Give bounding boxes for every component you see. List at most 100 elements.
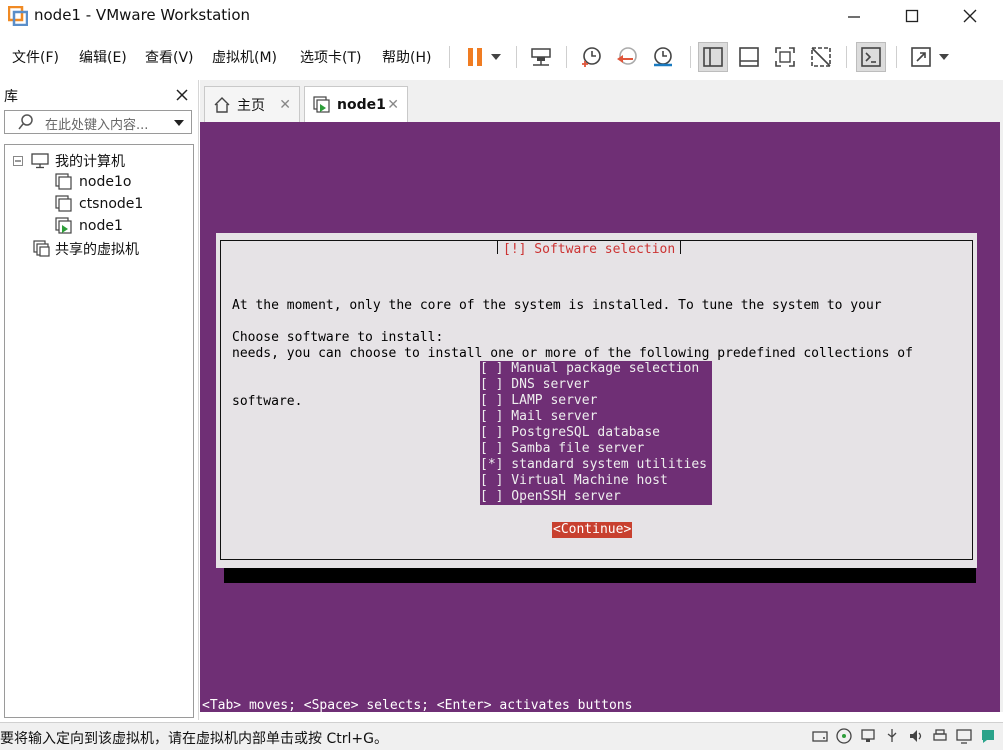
sound-card-icon[interactable] (907, 727, 925, 745)
collapse-icon[interactable] (13, 156, 23, 166)
tree-label: 我的计算机 (55, 154, 125, 170)
usb-icon[interactable] (883, 727, 901, 745)
package-option[interactable]: [ ] OpenSSH server (480, 489, 712, 505)
intro-line: At the moment, only the core of the syst… (232, 298, 882, 313)
display-icon[interactable] (955, 727, 973, 745)
package-list[interactable]: [ ] Manual package selection [ ] DNS ser… (480, 361, 712, 505)
package-option[interactable]: [ ] PostgreSQL database (480, 425, 712, 441)
device-icons (811, 727, 997, 745)
library-search-input[interactable]: 在此处键入内容... (4, 110, 192, 134)
network-adapter-icon[interactable] (859, 727, 877, 745)
search-icon (18, 114, 33, 130)
show-thumbnail-bar-button[interactable] (734, 42, 764, 72)
fullscreen-icon (775, 47, 795, 67)
message-log-icon[interactable] (979, 727, 997, 745)
stretch-icon (911, 47, 931, 67)
toolbar-separator (896, 46, 897, 68)
choose-label: Choose software to install: (232, 330, 444, 345)
library-title: 库 (4, 89, 18, 105)
window-title: node1 - VMware Workstation (34, 6, 251, 24)
minimize-button[interactable] (826, 0, 882, 32)
package-option[interactable]: [ ] Virtual Machine host (480, 473, 712, 489)
toolbar-separator (690, 46, 691, 68)
snapshot-manager-button[interactable] (648, 42, 678, 72)
tab-label: 主页 (237, 97, 265, 114)
chevron-down-icon (939, 54, 949, 60)
bottom-bar-layout-icon (739, 47, 759, 67)
maximize-icon (905, 9, 919, 23)
tab-label: node1 (337, 96, 386, 113)
clock-add-icon (582, 47, 601, 67)
close-button[interactable] (942, 0, 998, 32)
status-bar: 要将输入定向到该虚拟机，请在虚拟机内部单击或按 Ctrl+G。 (0, 722, 1003, 750)
status-text: 要将输入定向到该虚拟机，请在虚拟机内部单击或按 Ctrl+G。 (0, 731, 388, 747)
vm-icon (55, 195, 72, 212)
menu-view[interactable]: 查看(V) (145, 47, 194, 67)
maximize-button[interactable] (884, 0, 940, 32)
clock-manager-icon (654, 47, 672, 67)
shared-vm-icon (33, 240, 50, 257)
package-option[interactable]: [ ] Mail server (480, 409, 712, 425)
power-dropdown-button[interactable] (486, 42, 506, 72)
tree-label: node1o (79, 174, 132, 190)
dialog-title: [!] Software selection (497, 240, 682, 258)
tree-node-vm[interactable]: node1o (55, 173, 131, 191)
vm-running-icon (55, 217, 72, 234)
home-icon (214, 96, 230, 113)
package-option[interactable]: [ ] Manual package selection (480, 361, 712, 377)
chevron-down-icon[interactable] (173, 118, 185, 128)
tab-home[interactable]: 主页 ✕ (204, 86, 300, 122)
vmware-logo-icon (8, 6, 28, 26)
close-icon[interactable] (176, 89, 188, 101)
close-icon (963, 9, 977, 23)
send-ctrl-alt-del-button[interactable] (526, 42, 556, 72)
library-tree: 我的计算机 node1o ctsnode1 node1 共享的虚拟机 (4, 144, 194, 718)
clock-revert-icon (617, 47, 637, 65)
key-hint: <Tab> moves; <Space> selects; <Enter> ac… (202, 698, 633, 713)
package-option[interactable]: [*] standard system utilities (480, 457, 712, 473)
snapshot-take-button[interactable] (576, 42, 606, 72)
hard-disk-icon[interactable] (811, 727, 829, 745)
menu-vm[interactable]: 虚拟机(M) (212, 47, 277, 67)
close-icon[interactable]: ✕ (279, 97, 291, 113)
menu-help[interactable]: 帮助(H) (382, 47, 431, 67)
package-option[interactable]: [ ] DNS server (480, 377, 712, 393)
network-send-icon (531, 48, 551, 66)
tree-node-my-computer[interactable]: 我的计算机 (13, 151, 125, 171)
cd-rom-icon[interactable] (835, 727, 853, 745)
tree-label: 共享的虚拟机 (55, 242, 139, 258)
full-screen-button[interactable] (770, 42, 800, 72)
package-option[interactable]: [ ] LAMP server (480, 393, 712, 409)
unity-disabled-icon (811, 47, 831, 67)
search-placeholder: 在此处键入内容... (45, 118, 149, 133)
tree-label: ctsnode1 (79, 196, 144, 212)
show-library-button[interactable] (698, 42, 728, 72)
stretch-dropdown-button[interactable] (934, 42, 954, 72)
software-selection-dialog: [!] Software selection At the moment, on… (216, 233, 977, 568)
toolbar-separator (516, 46, 517, 68)
package-option[interactable]: [ ] Samba file server (480, 441, 712, 457)
vm-running-icon (313, 95, 330, 113)
intro-line: needs, you can choose to install one or … (232, 346, 913, 361)
tree-node-vm-selected[interactable]: node1 (55, 217, 123, 235)
computer-icon (31, 153, 49, 169)
console-view-button[interactable] (856, 42, 886, 72)
toolbar-separator (846, 46, 847, 68)
menu-toolbar: 文件(F) 编辑(E) 查看(V) 虚拟机(M) 选项卡(T) 帮助(H) (0, 36, 1003, 76)
pause-icon (468, 48, 482, 66)
menu-edit[interactable]: 编辑(E) (79, 47, 127, 67)
terminal-icon (861, 47, 881, 67)
tree-node-vm[interactable]: ctsnode1 (55, 195, 143, 213)
minimize-icon (848, 16, 860, 18)
stretch-guest-button[interactable] (906, 42, 936, 72)
close-icon[interactable]: ✕ (387, 97, 399, 113)
menu-tabs[interactable]: 选项卡(T) (300, 47, 361, 67)
tab-bar: 主页 ✕ node1 ✕ (200, 80, 1003, 122)
printer-icon[interactable] (931, 727, 949, 745)
unity-button[interactable] (806, 42, 836, 72)
snapshot-revert-button[interactable] (612, 42, 642, 72)
tree-node-shared-vms[interactable]: 共享的虚拟机 (33, 239, 139, 259)
continue-button[interactable]: <Continue> (552, 522, 633, 538)
tab-node1[interactable]: node1 ✕ (304, 86, 408, 122)
menu-file[interactable]: 文件(F) (12, 47, 59, 67)
